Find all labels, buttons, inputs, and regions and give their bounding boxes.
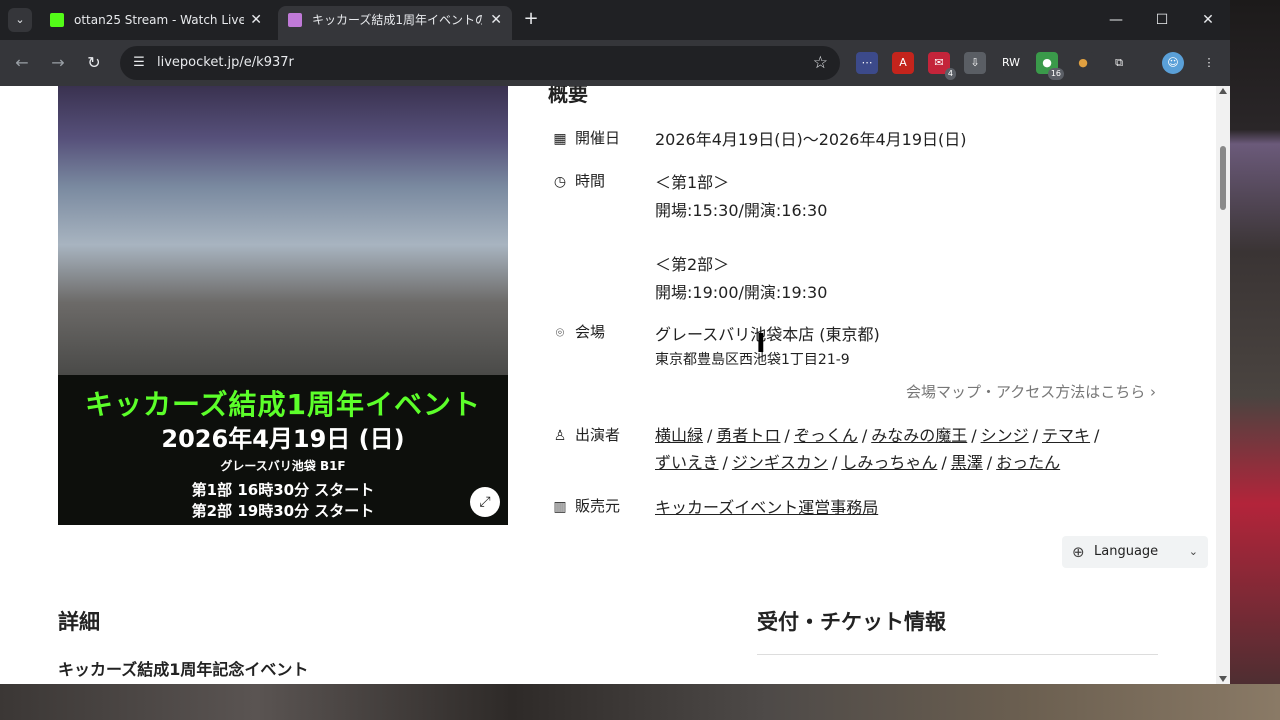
extension-7-icon[interactable]: ● xyxy=(1072,52,1094,74)
flyer-date: 2026年4月19日 (日) xyxy=(161,425,405,453)
scroll-up-icon[interactable] xyxy=(1219,88,1227,94)
reload-icon[interactable]: ↻ xyxy=(82,51,106,75)
group-photo xyxy=(58,86,508,375)
expand-image-icon[interactable]: ⤢ xyxy=(470,487,500,517)
ticket-info-heading: 受付・チケット情報 xyxy=(757,610,946,634)
performer-link[interactable]: みなみの魔王 xyxy=(871,426,967,445)
browser-toolbar: ← → ↻ ☰ livepocket.jp/e/k937r ☆ ⋯ A ✉ 4 ⇩… xyxy=(0,40,1230,86)
badge: 16 xyxy=(1047,68,1064,80)
flyer-banner: キッカーズ結成1周年イベント 2026年4月19日 (日) グレースバリ池袋 B… xyxy=(58,375,508,525)
back-icon[interactable]: ← xyxy=(10,51,34,75)
extension-2-icon[interactable]: ✉ 4 xyxy=(928,52,956,80)
clock-icon: ◷ xyxy=(553,174,567,190)
forward-icon[interactable]: → xyxy=(46,51,70,75)
globe-icon: ⊕ xyxy=(1072,543,1085,561)
performer-link[interactable]: しみっちゃん xyxy=(841,453,937,472)
access-link-text[interactable]: 会場マップ・アクセス方法はこちら xyxy=(906,383,1145,401)
performer-link[interactable]: シンジ xyxy=(981,426,1029,445)
person-icon: ♙ xyxy=(553,428,567,444)
menu-kebab-icon[interactable]: ⋮ xyxy=(1198,52,1220,74)
page-content: キッカーズ結成1周年イベント 2026年4月19日 (日) グレースバリ池袋 B… xyxy=(0,86,1216,684)
performers-list: 横山緑 / 勇者トロ / ぞっくん / みなみの魔王 / シンジ / テマキ / ずいえき / ジンギスカン… xyxy=(655,426,1100,472)
seller-row-label: ▥ 販売元 xyxy=(551,495,620,516)
page-scrollbar[interactable] xyxy=(1216,86,1230,684)
extensions-puzzle-icon[interactable]: ⧉ xyxy=(1108,52,1130,74)
performer-link[interactable]: テマキ xyxy=(1042,426,1090,445)
rw-extension-icon[interactable]: RW xyxy=(1000,52,1022,74)
download-extension-icon[interactable]: ⇩ xyxy=(964,52,986,74)
venue-label: 会場 xyxy=(575,323,606,341)
seller-name-link[interactable]: キッカーズイベント運営事務局 xyxy=(655,494,878,518)
performer-link[interactable]: 横山緑 xyxy=(655,426,703,445)
scroll-down-icon[interactable] xyxy=(1219,676,1227,682)
part1-title: ＜第1部＞ xyxy=(655,173,730,192)
part2-title: ＜第2部＞ xyxy=(655,255,730,274)
livepocket-favicon-icon xyxy=(288,13,302,27)
building-icon: ▥ xyxy=(553,499,567,515)
time-row-label: ◷ 時間 xyxy=(551,170,605,191)
flyer-title: キッカーズ結成1周年イベント xyxy=(84,388,482,421)
performers-row-label: ♙ 出演者 xyxy=(551,424,620,445)
desktop-background-bottom xyxy=(0,684,1280,720)
venue-name: グレースバリ池袋本店 (東京都) xyxy=(655,325,880,344)
flyer-part1: 第1部 16時30分 スタート xyxy=(191,481,375,499)
text-cursor-icon: I xyxy=(756,329,766,359)
part1-time: 開場:15:30/開演:16:30 xyxy=(655,201,828,220)
venue-access-link[interactable]: 会場マップ・アクセス方法はこちら › xyxy=(906,381,1156,402)
date-label: 開催日 xyxy=(575,129,621,147)
performers-label: 出演者 xyxy=(575,426,621,444)
tab-title: ottan25 Stream - Watch Live on Kick xyxy=(74,13,244,27)
venue-row-label: ⌾ 会場 xyxy=(551,321,605,342)
new-tab-button[interactable]: + xyxy=(520,8,542,32)
part2-time: 開場:19:00/開演:19:30 xyxy=(655,283,828,302)
language-label: Language xyxy=(1094,544,1159,559)
seller-label: 販売元 xyxy=(575,497,621,515)
flyer-part2: 第2部 19時30分 スタート xyxy=(191,502,375,520)
location-pin-icon: ⌾ xyxy=(555,325,565,341)
url-text[interactable]: livepocket.jp/e/k937r xyxy=(157,46,294,80)
performer-link[interactable]: 黒澤 xyxy=(951,453,983,472)
scroll-thumb[interactable] xyxy=(1220,146,1226,210)
language-selector[interactable]: ⊕ Language ⌄ xyxy=(1062,536,1208,568)
site-info-icon[interactable]: ☰ xyxy=(130,54,148,72)
profile-avatar[interactable]: ☺ xyxy=(1162,52,1184,74)
maximize-icon[interactable]: ☐ xyxy=(1150,8,1174,32)
close-window-icon[interactable]: ✕ xyxy=(1196,8,1220,32)
chevron-down-icon: ⌄ xyxy=(1188,545,1198,558)
event-flyer-image[interactable]: キッカーズ結成1周年イベント 2026年4月19日 (日) グレースバリ池袋 B… xyxy=(58,86,508,525)
pdf-extension-icon[interactable]: A xyxy=(892,52,914,74)
extension-6-icon[interactable]: ● 16 xyxy=(1036,52,1064,80)
details-heading: 詳細 xyxy=(58,610,100,634)
performer-link[interactable]: おったん xyxy=(996,453,1060,472)
date-value: 2026年4月19日(日)〜2026年4月19日(日) xyxy=(655,130,967,149)
performer-link[interactable]: ジンギスカン xyxy=(732,453,828,472)
tab-livepocket[interactable]: キッカーズ結成1周年イベントのチケット ✕ xyxy=(278,6,512,40)
tab-search-button[interactable]: ⌄ xyxy=(8,8,32,32)
close-tab-icon[interactable]: ✕ xyxy=(490,6,502,34)
performer-link[interactable]: 勇者トロ xyxy=(716,426,780,445)
divider xyxy=(757,654,1158,655)
address-bar[interactable]: ☰ livepocket.jp/e/k937r ☆ xyxy=(120,46,840,80)
tab-bar: ⌄ ottan25 Stream - Watch Live on Kick ✕ … xyxy=(0,0,1230,40)
kick-favicon-icon xyxy=(50,13,64,27)
close-tab-icon[interactable]: ✕ xyxy=(250,6,262,34)
venue-address: 東京都豊島区西池袋1丁目21-9 xyxy=(655,352,850,368)
calendar-icon: ▦ xyxy=(553,131,567,147)
minimize-icon[interactable]: — xyxy=(1104,8,1128,32)
performer-link[interactable]: ずいえき xyxy=(655,453,719,472)
badge: 4 xyxy=(944,68,956,80)
flyer-venue: グレースバリ池袋 B1F xyxy=(220,459,346,473)
time-label: 時間 xyxy=(575,172,606,190)
bookmark-star-icon[interactable]: ☆ xyxy=(813,53,828,73)
overview-heading: 概要 xyxy=(548,86,588,106)
desktop-background-right xyxy=(1230,0,1280,720)
seller-name[interactable]: キッカーズイベント運営事務局 xyxy=(655,498,878,517)
chevron-right-icon: › xyxy=(1150,383,1156,401)
tab-title: キッカーズ結成1周年イベントのチケット xyxy=(312,13,482,27)
tab-kick-stream[interactable]: ottan25 Stream - Watch Live on Kick ✕ xyxy=(40,6,272,40)
event-name: キッカーズ結成1周年記念イベント xyxy=(58,660,309,679)
date-row-label: ▦ 開催日 xyxy=(551,127,620,148)
extension-1-icon[interactable]: ⋯ xyxy=(856,52,878,74)
performer-link[interactable]: ぞっくん xyxy=(794,426,858,445)
